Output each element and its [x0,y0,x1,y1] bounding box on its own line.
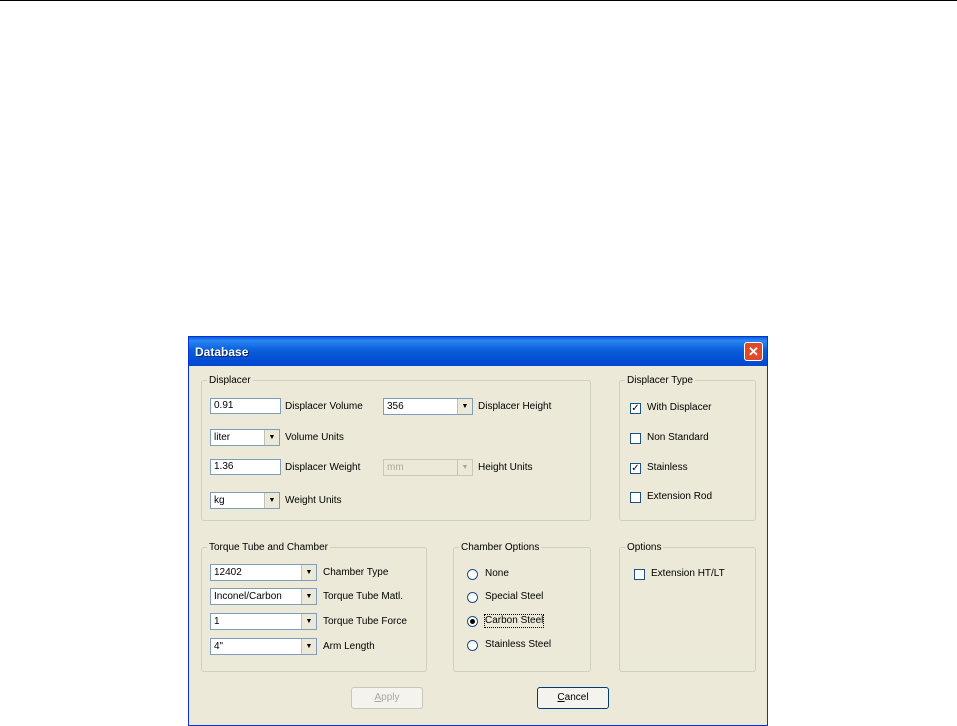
height-units-label: Height Units [478,462,533,473]
weight-units-value: kg [214,495,225,506]
chamber-type-label: Chamber Type [323,567,389,578]
chevron-down-icon[interactable]: ▼ [457,399,472,414]
displacer-type-legend: Displacer Type [627,375,693,386]
database-dialog: Database ✕ Displacer 0.91 Displacer Volu… [188,336,768,726]
close-icon: ✕ [748,344,759,359]
cancel-mnemonic: C [557,692,565,703]
options-legend: Options [627,542,662,553]
torque-tube-force-select[interactable]: 1 ▼ [210,613,317,630]
height-units-value: mm [387,462,404,473]
dialog-title: Database [195,345,249,359]
torque-tube-material-select[interactable]: Inconel/Carbon ▼ [210,588,317,605]
chamber-type-value: 12402 [214,567,242,578]
stainless-checkbox[interactable]: ✓ [630,463,641,474]
top-rule [0,0,957,1]
special-steel-radio-label: Special Steel [485,591,544,602]
arm-length-value: 4" [214,641,224,652]
extension-ht-lt-label: Extension HT/LT [651,568,725,579]
chevron-down-icon: ▼ [457,460,472,475]
chamber-type-select[interactable]: 12402 ▼ [210,564,317,581]
chevron-down-icon[interactable]: ▼ [264,493,279,508]
cancel-label: ancel [564,692,589,703]
chamber-options-group: Chamber Options [453,542,591,672]
volume-units-value: liter [214,432,231,443]
options-group: Options [619,542,756,672]
volume-units-label: Volume Units [285,432,344,443]
volume-units-select[interactable]: liter ▼ [210,429,280,446]
displacer-weight-label: Displacer Weight [285,462,361,473]
stainless-label: Stainless [647,462,688,473]
displacer-weight-input[interactable]: 1.36 [210,459,281,475]
chevron-down-icon[interactable]: ▼ [264,430,279,445]
extension-ht-lt-checkbox[interactable] [634,569,645,580]
carbon-steel-radio[interactable] [467,616,478,627]
non-standard-label: Non Standard [647,432,709,443]
non-standard-checkbox[interactable] [630,433,641,444]
torque-tube-material-value: Inconel/Carbon [214,591,282,602]
none-radio[interactable] [467,569,478,580]
torque-tube-force-value: 1 [214,616,220,627]
weight-units-label: Weight Units [285,495,342,506]
arm-length-label: Arm Length [323,641,375,652]
with-displacer-checkbox[interactable]: ✓ [630,403,641,414]
torque-tube-legend: Torque Tube and Chamber [209,542,328,553]
displacer-height-label: Displacer Height [478,401,552,412]
with-displacer-label: With Displacer [647,402,712,413]
height-units-select: mm ▼ [383,459,473,476]
chevron-down-icon[interactable]: ▼ [301,639,316,654]
special-steel-radio[interactable] [467,592,478,603]
stainless-steel-radio[interactable] [467,640,478,651]
displacer-legend: Displacer [209,375,251,386]
weight-units-select[interactable]: kg ▼ [210,492,280,509]
arm-length-select[interactable]: 4" ▼ [210,638,317,655]
none-radio-label: None [485,568,509,579]
chamber-options-legend: Chamber Options [461,542,540,553]
displacer-volume-label: Displacer Volume [285,401,363,412]
torque-tube-force-label: Torque Tube Force [323,616,407,627]
stainless-steel-radio-label: Stainless Steel [485,639,552,650]
carbon-steel-radio-label: Carbon Steel [483,614,545,628]
chevron-down-icon[interactable]: ▼ [301,614,316,629]
title-bar[interactable]: Database ✕ [189,337,767,366]
displacer-height-select[interactable]: 356 ▼ [383,398,473,415]
apply-label: pply [381,692,400,703]
cancel-button[interactable]: Cancel [537,687,609,709]
close-button[interactable]: ✕ [744,342,763,361]
torque-tube-material-label: Torque Tube Matl. [323,591,404,602]
extension-rod-label: Extension Rod [647,491,713,502]
apply-button: Apply [351,687,423,709]
extension-rod-checkbox[interactable] [630,492,641,503]
displacer-volume-input[interactable]: 0.91 [210,398,281,414]
displacer-height-value: 356 [387,401,404,412]
chevron-down-icon[interactable]: ▼ [301,565,316,580]
chevron-down-icon[interactable]: ▼ [301,589,316,604]
